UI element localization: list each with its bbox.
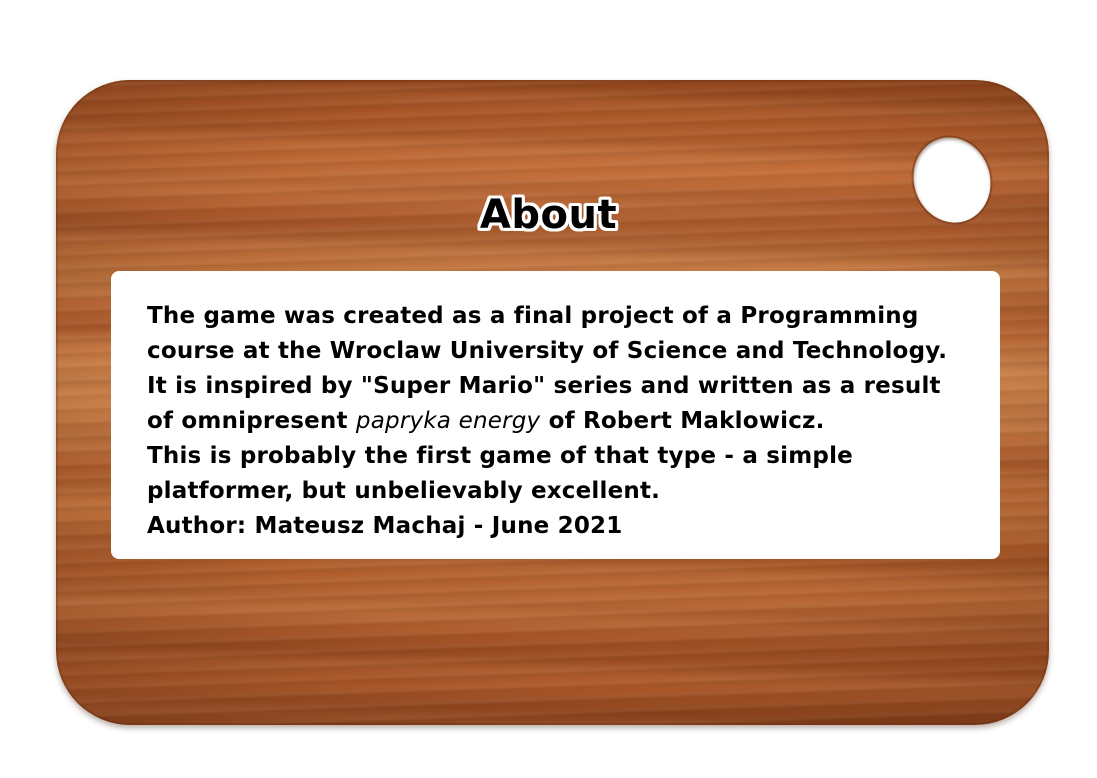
about-line-emphasis: papryka energy: [355, 408, 541, 434]
about-line: It is inspired by "Super Mario" series a…: [147, 373, 941, 399]
page-title: About: [479, 192, 618, 238]
about-line-text: of omnipresent: [147, 408, 356, 434]
about-line-text: of Robert Maklowicz.: [540, 408, 825, 434]
author-line: Author: Mateusz Machaj - June 2021: [147, 513, 623, 539]
about-text-panel: The game was created as a final project …: [111, 271, 1000, 559]
about-line: of omnipresent papryka energy of Robert …: [147, 404, 980, 439]
about-line: This is probably the first game of that …: [147, 443, 853, 469]
about-line: The game was created as a final project …: [147, 303, 919, 329]
about-line: platformer, but unbelievably excellent.: [147, 478, 661, 504]
about-line: course at the Wroclaw University of Scie…: [147, 338, 948, 364]
